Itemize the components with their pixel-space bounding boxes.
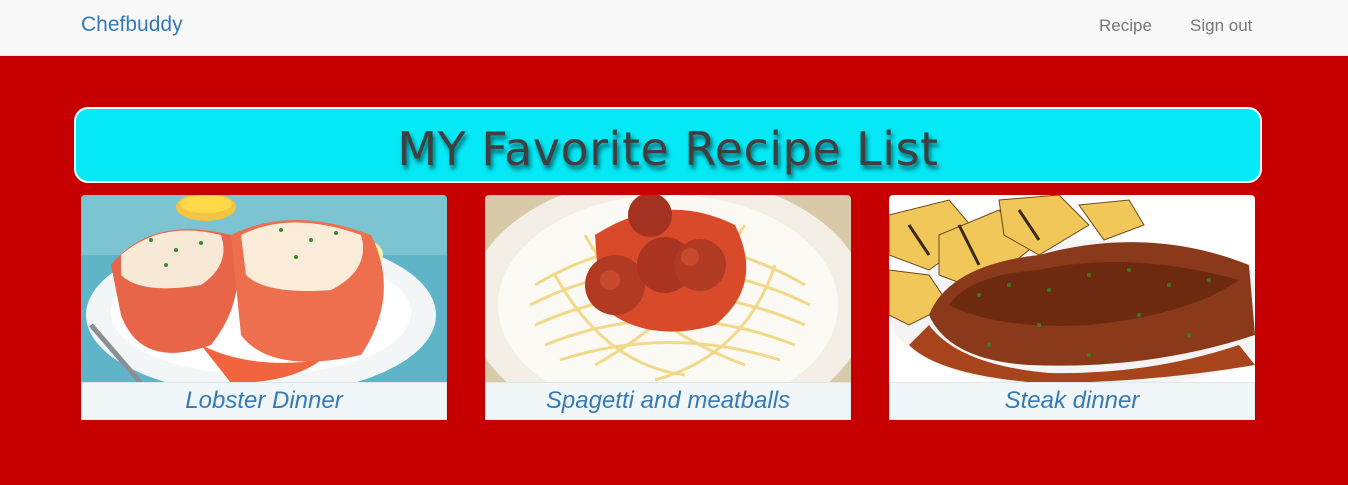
recipe-link-steak-dinner[interactable]: Steak dinner xyxy=(1005,387,1140,415)
recipe-link-lobster-dinner[interactable]: Lobster Dinner xyxy=(185,387,342,415)
recipe-card-lobster-dinner[interactable]: Lobster Dinner xyxy=(81,195,447,420)
recipe-card-steak-dinner[interactable]: Steak dinner xyxy=(889,195,1255,420)
steak-dinner-image[interactable] xyxy=(889,195,1255,383)
recipe-caption: Steak dinner xyxy=(889,382,1255,420)
recipe-link-spagetti-and-meatballs[interactable]: Spagetti and meatballs xyxy=(546,387,790,415)
recipe-card-spagetti-and-meatballs[interactable]: Spagetti and meatballs xyxy=(485,195,851,420)
nav-link-sign-out[interactable]: Sign out xyxy=(1190,16,1252,36)
spaghetti-meatballs-image[interactable] xyxy=(485,195,851,383)
brand-link[interactable]: Chefbuddy xyxy=(81,13,183,37)
recipe-caption: Spagetti and meatballs xyxy=(485,382,851,420)
recipe-caption: Lobster Dinner xyxy=(81,382,447,420)
page-title: MY Favorite Recipe List xyxy=(397,122,939,176)
nav-link-recipe[interactable]: Recipe xyxy=(1099,16,1152,36)
lobster-dinner-image[interactable] xyxy=(81,195,447,383)
hero-banner: MY Favorite Recipe List xyxy=(74,107,1262,183)
top-navbar: Chefbuddy Recipe Sign out xyxy=(0,0,1348,56)
